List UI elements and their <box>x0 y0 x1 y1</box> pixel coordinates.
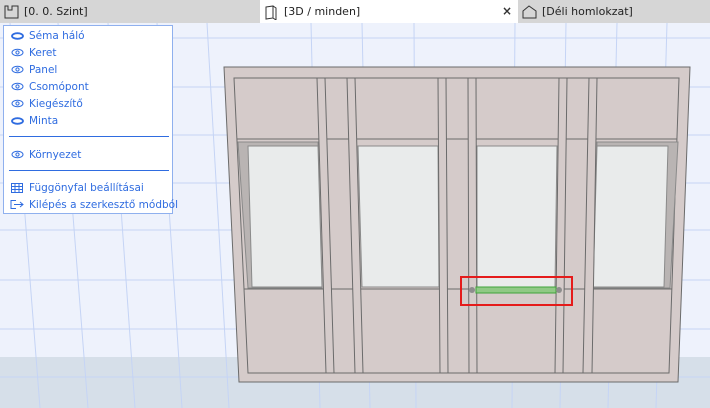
menu-item-accessory[interactable]: Kiegészítő <box>10 95 83 112</box>
elevation-house-icon <box>522 4 537 18</box>
menu-item-label: Kilépés a szerkesztő módból <box>29 198 178 211</box>
curtain-wall-edit-menu: Séma háló Keret Panel Csomópont Kiegészí… <box>3 25 178 214</box>
floor-plan-icon <box>4 5 19 18</box>
menu-item-environment[interactable]: Környezet <box>10 146 81 163</box>
tab-label: [Déli homlokzat] <box>542 5 633 18</box>
menu-item-label: Keret <box>29 46 57 59</box>
menu-item-label: Séma háló <box>29 29 85 42</box>
menu-item-label: Kiegészítő <box>29 97 83 110</box>
menu-item-label: Panel <box>29 63 58 76</box>
curtain-wall[interactable] <box>223 66 691 383</box>
menu-item-frame[interactable]: Keret <box>10 44 57 61</box>
eye-closed-icon <box>10 30 24 42</box>
selected-frame-highlight[interactable] <box>475 286 557 294</box>
menu-item-exit-edit-mode[interactable]: Kilépés a szerkesztő módból <box>10 196 178 213</box>
menu-item-scheme-grid[interactable]: Séma háló <box>10 27 85 44</box>
menu-divider <box>9 136 169 137</box>
menu-item-curtain-wall-settings[interactable]: Függönyfal beállításai <box>10 179 144 196</box>
menu-item-label: Csomópont <box>29 80 89 93</box>
tab-elevation[interactable]: [Déli homlokzat] <box>520 0 710 23</box>
exit-icon <box>10 199 24 211</box>
menu-item-pattern[interactable]: Minta <box>10 112 58 129</box>
menu-item-junction[interactable]: Csomópont <box>10 78 89 95</box>
close-tab-icon[interactable]: × <box>502 4 512 18</box>
menu-item-label: Környezet <box>29 148 82 161</box>
menu-divider <box>9 170 169 171</box>
node-handle[interactable] <box>556 287 562 293</box>
menu-item-panel[interactable]: Panel <box>10 61 57 78</box>
tab-label: [3D / minden] <box>284 5 361 18</box>
eye-icon <box>10 47 24 59</box>
eye-icon <box>10 149 24 161</box>
menu-item-label: Minta <box>29 114 59 127</box>
3d-box-icon <box>265 4 277 20</box>
tab-floor-plan[interactable]: [0. 0. Szint] <box>0 0 258 23</box>
tab-label: [0. 0. Szint] <box>24 5 88 18</box>
curtain-wall-settings-icon <box>10 182 24 194</box>
eye-closed-icon <box>10 115 24 127</box>
eye-icon <box>10 81 24 93</box>
view-tab-bar: [0. 0. Szint] [3D / minden] × [Déli homl… <box>0 0 710 23</box>
menu-item-label: Függönyfal beállításai <box>29 181 144 194</box>
node-handle[interactable] <box>469 287 475 293</box>
eye-icon <box>10 64 24 76</box>
tab-3d[interactable]: [3D / minden] × <box>260 0 518 23</box>
eye-icon <box>10 98 24 110</box>
